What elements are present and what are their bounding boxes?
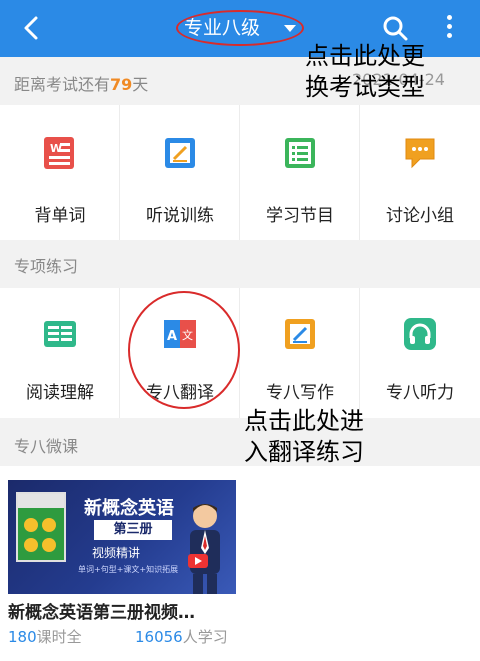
grid-item-reading[interactable]: 阅读理解 [0,288,120,418]
pen-note-icon [162,135,198,171]
grid-item-label: 听说训练 [146,206,214,226]
translation-annotation: 点击此处进 入翻译练习 [244,406,364,468]
course-list: 新概念英语 第三册 视频精讲 单词+句型+课文+知识拓展 新概念英语第三册视频…… [0,466,480,661]
countdown-prefix: 距离考试还有 [14,75,111,94]
thumbnail-badge: 第三册 [94,520,172,540]
learners-label: 人学习 [182,628,228,646]
countdown-suffix: 天 [132,75,149,94]
grid-item-listening-speaking[interactable]: 听说训练 [120,105,240,240]
book-cover-image [16,492,66,562]
grid-item-programs[interactable]: 学习节目 [240,105,360,240]
back-arrow-icon[interactable] [18,14,46,42]
section-title: 专项练习 [14,257,79,276]
course-title[interactable]: 新概念英语第三册视频… [8,598,195,623]
grid-item-label: 专八写作 [266,383,334,403]
grid-item-label: 专八听力 [386,383,454,403]
thumbnail-subtitle: 视频精讲 [92,546,141,560]
pen-note-icon [282,316,318,352]
word-card-icon: W [42,135,78,171]
grid-item-writing[interactable]: 专八写作 [240,288,360,418]
chat-bubble-icon [402,135,438,171]
more-vertical-icon[interactable] [444,12,454,44]
practice-grid: 阅读理解 A文 专八翻译 专八写作 专八听力 [0,288,480,418]
thumbnail-tags: 单词+句型+课文+知识拓展 [78,565,179,574]
open-book-icon [42,316,78,352]
grid-item-discussion[interactable]: 讨论小组 [360,105,480,240]
headphones-icon [402,316,438,352]
course-meta: 180课时全 16056人学习 [8,626,248,647]
grid-item-label: 学习节目 [266,206,334,226]
thumbnail-title: 新概念英语 [84,498,174,519]
play-icon [188,554,208,568]
grid-item-label: 阅读理解 [26,383,94,403]
presenter-illustration [180,500,230,594]
countdown-days: 79 [110,75,133,94]
course-thumbnail[interactable]: 新概念英语 第三册 视频精讲 单词+句型+课文+知识拓展 [8,480,236,594]
translation-highlight-ellipse [128,291,240,409]
search-icon[interactable] [382,15,408,41]
main-feature-grid: W 背单词 听说训练 学习节目 讨论小组 [0,105,480,240]
section-heading-practice: 专项练习 [0,240,480,286]
exam-type-annotation: 点击此处更 换考试类型 [305,41,425,103]
annotation-line: 入翻译练习 [244,438,364,466]
section-title: 专八微课 [14,437,79,456]
grid-item-vocabulary[interactable]: W 背单词 [0,105,120,240]
grid-item-label: 讨论小组 [386,206,454,226]
lessons-label: 课时全 [36,628,82,646]
exam-type-title[interactable]: 专业八级 [184,14,260,42]
annotation-line: 换考试类型 [305,73,425,101]
annotation-line: 点击此处进 [244,407,364,435]
lessons-count: 180 [8,628,37,646]
annotation-line: 点击此处更 [305,42,425,70]
list-icon [282,135,318,171]
learners-count: 16056 [135,628,183,646]
chevron-down-icon[interactable] [284,25,296,32]
section-heading-courses: 专八微课 [0,420,480,466]
grid-item-label: 背单词 [34,206,86,226]
grid-item-listening[interactable]: 专八听力 [360,288,480,418]
countdown-text: 距离考试还有79天 [14,71,148,95]
